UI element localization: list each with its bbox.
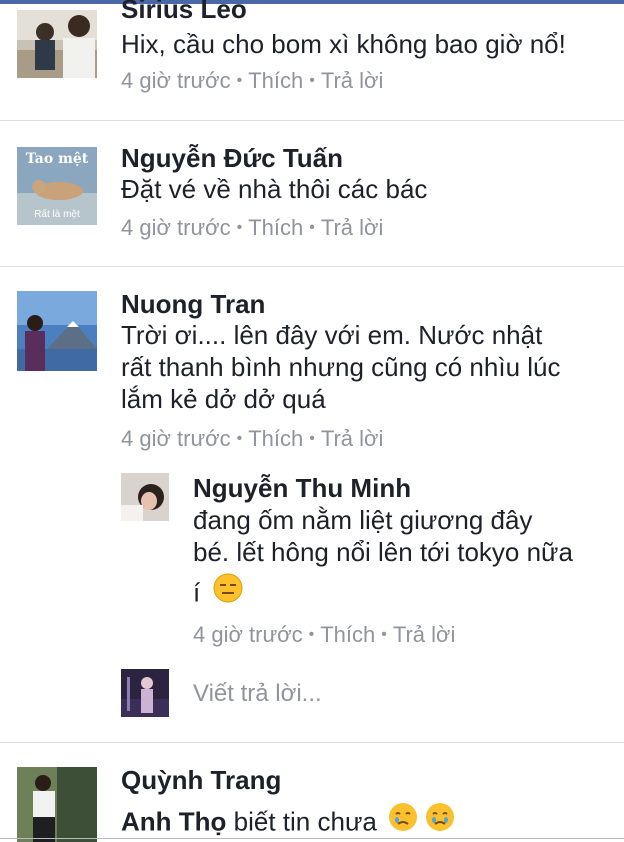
comment-text-body: biết tin chưa	[233, 806, 377, 837]
reply-link[interactable]: Trả lời	[393, 622, 456, 647]
avatar[interactable]	[17, 291, 97, 371]
comment-meta: 4 giờ trước • Thích • Trả lời	[121, 68, 383, 97]
expressionless-face-icon	[213, 573, 243, 610]
avatar-caption-bottom: Rất là mệt	[34, 208, 80, 220]
like-link[interactable]: Thích	[248, 215, 303, 240]
separator-dot: •	[309, 72, 315, 89]
commenter-name[interactable]: Nuong Tran	[121, 289, 265, 319]
current-user-avatar	[121, 669, 169, 717]
like-link[interactable]: Thích	[248, 426, 303, 451]
avatar[interactable]	[121, 473, 169, 521]
timestamp: 4 giờ trước	[121, 215, 231, 240]
reply-text-line: đang ốm nằm liệt giương đây	[193, 505, 533, 535]
comment-text-line: Trời ơi.... lên đây với em. Nước nhật	[121, 320, 543, 350]
like-link[interactable]: Thích	[320, 622, 375, 647]
avatar[interactable]	[17, 767, 97, 842]
reply-text-line: í	[193, 573, 243, 613]
commenter-name[interactable]: Quỳnh Trang	[121, 765, 281, 795]
avatar[interactable]	[17, 10, 97, 78]
comment-text-line: lắm kẻ dở dở quá	[121, 384, 326, 414]
separator-dot: •	[236, 72, 243, 89]
comment-text: Đặt vé về nhà thôi các bác	[121, 174, 428, 204]
separator-dot: •	[308, 626, 315, 643]
timestamp: 4 giờ trước	[193, 622, 303, 647]
comment-text: Hix, cầu cho bom xì không bao giờ nổ!	[121, 29, 566, 59]
commenter-name[interactable]: Sirius Leo	[121, 0, 247, 24]
timestamp: 4 giờ trước	[121, 68, 231, 93]
write-reply-input[interactable]: Viết trả lời...	[193, 680, 322, 708]
separator-dot: •	[381, 626, 387, 643]
comment-item: Sirius Leo Hix, cầu cho bom xì không bao…	[0, 0, 624, 120]
comment-text: Anh Thọ biết tin chưa	[121, 802, 455, 842]
reply-commenter-name[interactable]: Nguyễn Thu Minh	[193, 473, 411, 503]
reply-text-line: bé. lết hông nổi lên tới tokyo nữa	[193, 537, 573, 567]
crying-face-icon	[425, 802, 455, 839]
reply-link[interactable]: Trả lời	[321, 426, 384, 451]
separator-dot: •	[236, 219, 243, 236]
reply-meta: 4 giờ trước • Thích • Trả lời	[193, 622, 455, 651]
reply-link[interactable]: Trả lời	[321, 215, 384, 240]
reply-text-end: í	[193, 577, 201, 608]
mention-link[interactable]: Anh Thọ	[121, 806, 226, 836]
commenter-name[interactable]: Nguyễn Đức Tuấn	[121, 143, 343, 173]
comment-item: Tao mệt Rất là mệt Nguyễn Đức Tuấn Đặt v…	[0, 121, 624, 266]
avatar-caption-top: Tao mệt	[26, 151, 89, 167]
comment-item: Nuong Tran Trời ơi.... lên đây với em. N…	[0, 267, 624, 742]
crying-face-icon	[388, 802, 418, 839]
reply-link[interactable]: Trả lời	[321, 68, 384, 93]
separator-dot: •	[236, 430, 243, 447]
separator-dot: •	[309, 430, 315, 447]
comment-text-line: rất thanh bình nhưng cũng có nhìu lúc	[121, 352, 561, 382]
like-link[interactable]: Thích	[248, 68, 303, 93]
comment-item: Quỳnh Trang Anh Thọ biết tin chưa	[0, 743, 624, 842]
separator-dot: •	[309, 219, 315, 236]
avatar[interactable]: Tao mệt Rất là mệt	[17, 147, 97, 225]
divider	[0, 838, 624, 839]
comment-meta: 4 giờ trước • Thích • Trả lời	[121, 215, 383, 244]
comment-meta: 4 giờ trước • Thích • Trả lời	[121, 426, 383, 455]
timestamp: 4 giờ trước	[121, 426, 231, 451]
